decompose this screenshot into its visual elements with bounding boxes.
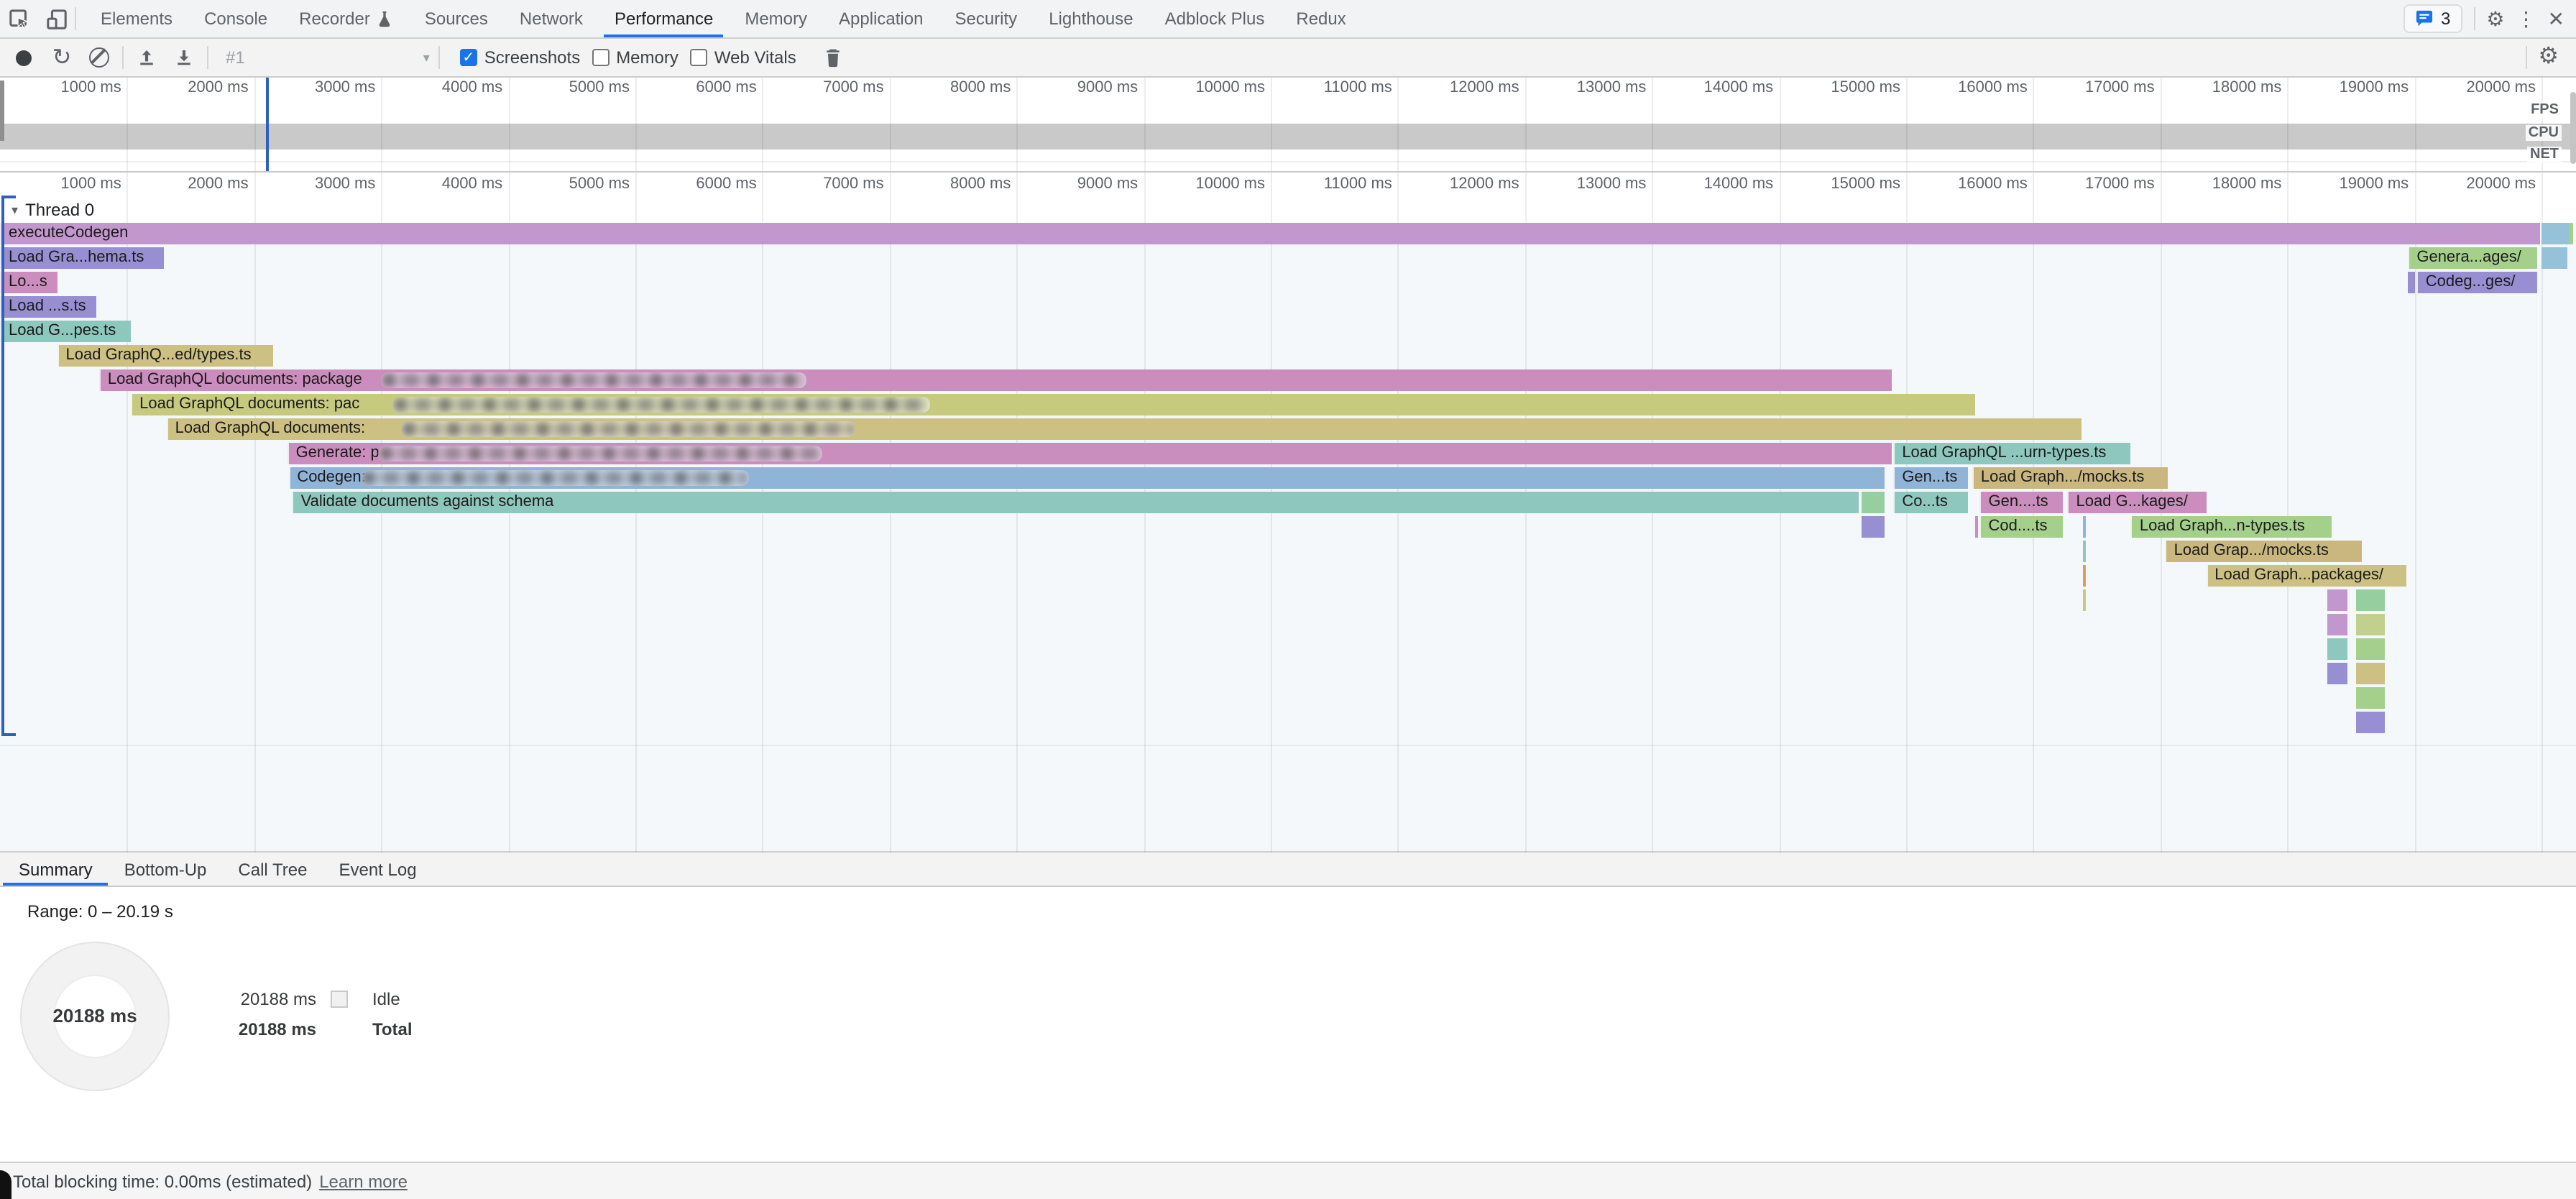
status-bar: Total blocking time: 0.00ms (estimated) … (0, 1162, 2576, 1199)
flame-event[interactable]: Load Gra...hema.ts (0, 247, 164, 269)
flame-event[interactable]: Codeg...ges/ (2417, 272, 2538, 293)
flame-event[interactable]: Load GraphQL ...urn-types.ts (1893, 443, 2131, 464)
flame-event[interactable]: Load G...pes.ts (0, 321, 131, 342)
flame-event-fragment[interactable] (2327, 663, 2347, 684)
flame-event-fragment[interactable] (2542, 223, 2568, 244)
flame-event[interactable]: Load Graph.../mocks.ts (1972, 467, 2168, 489)
learn-more-link[interactable]: Learn more (319, 1171, 408, 1191)
flame-event-label: Load GraphQL documents: (175, 420, 366, 437)
redacted-text-smudge (377, 446, 822, 461)
flame-event-label: Gen...ts (1902, 469, 1957, 486)
flame-event-fragment[interactable] (2327, 614, 2347, 635)
flame-event-label: Load Graph...n-types.ts (2140, 518, 2305, 535)
legend-row-idle: 20188 ms Idle (201, 989, 400, 1009)
redacted-text-smudge (400, 421, 855, 437)
flame-event-label: Load G...pes.ts (9, 322, 116, 339)
flame-event[interactable]: Cod....ts (1980, 516, 2063, 538)
flame-event-fragment[interactable] (2356, 589, 2386, 611)
flame-event-fragment[interactable] (2542, 247, 2567, 269)
selection-bracket-bottom (1, 733, 16, 736)
flame-event-label: Generate: p (296, 444, 380, 461)
legend-label: Idle (372, 989, 400, 1009)
flame-event-fragment[interactable] (2356, 638, 2386, 660)
flame-event-fragment[interactable] (2083, 589, 2086, 611)
redacted-text-smudge (393, 397, 931, 413)
details-tab-call-tree[interactable]: Call Tree (222, 853, 323, 886)
flame-event-fragment[interactable] (2083, 565, 2086, 587)
donut-total-label: 20188 ms (22, 1005, 168, 1026)
flame-bars-layer: executeCodegen Load Gra...hema.ts Genera..… (0, 0, 2576, 853)
flame-event-fragment[interactable] (1862, 516, 1885, 538)
legend-value: 20188 ms (201, 989, 316, 1009)
flame-event-label: Load GraphQ...ed/types.ts (66, 346, 252, 364)
flame-event-fragment[interactable] (2327, 638, 2347, 660)
details-tab-bottom-up[interactable]: Bottom-Up (109, 853, 223, 886)
flame-event-label: Validate documents against schema (301, 493, 554, 510)
flame-event[interactable]: Gen....ts (1980, 492, 2063, 513)
flame-event[interactable]: Lo...s (0, 272, 58, 293)
flame-event-fragment[interactable] (2083, 516, 2086, 538)
flame-event-label: Load Gra...hema.ts (9, 249, 144, 266)
flame-event[interactable]: Generate: p (288, 443, 1892, 464)
flame-event-fragment[interactable] (2327, 589, 2347, 611)
selection-bracket (1, 196, 4, 736)
devtools-window: ElementsConsoleRecorderSourcesNetworkPer… (0, 0, 2576, 1199)
summary-pane: Range: 0 – 20.19 s 20188 ms 20188 ms Idle… (0, 887, 2576, 1162)
flame-event[interactable]: Load GraphQ...ed/types.ts (58, 345, 274, 367)
flame-event[interactable]: Load GraphQL documents: package (99, 369, 1892, 391)
flame-event[interactable]: Load G...kages/ (2068, 492, 2207, 513)
total-blocking-time-text: Total blocking time: 0.00ms (estimated) (13, 1171, 312, 1191)
flame-event-label: Load G...kages/ (2076, 493, 2188, 510)
flame-event[interactable]: Load Grap.../mocks.ts (2166, 541, 2363, 562)
flame-event-label: Lo...s (9, 273, 47, 290)
legend-label: Total (372, 1019, 413, 1039)
flame-event-label: Gen....ts (1989, 493, 2048, 510)
flame-event-label: Load Grap.../mocks.ts (2174, 542, 2329, 559)
flame-event-fragment[interactable] (2356, 614, 2386, 635)
flame-event[interactable]: Load Graph...n-types.ts (2131, 516, 2332, 538)
flame-event-label: Codegen: (297, 469, 365, 486)
flame-event[interactable]: Codegen: (288, 467, 1885, 489)
flame-event-fragment[interactable] (2356, 663, 2386, 684)
flame-event-label: Co...ts (1902, 493, 1948, 510)
details-tab-summary[interactable]: Summary (3, 853, 109, 886)
flame-event-fragment[interactable] (2083, 541, 2086, 562)
flame-event[interactable]: Genera...ages/ (2408, 247, 2537, 269)
flame-event-label: Load Graph...packages/ (2214, 566, 2383, 584)
summary-donut-chart: 20188 ms (20, 942, 170, 1091)
flame-event[interactable]: Load GraphQL documents: pac (131, 394, 1974, 415)
legend-idle-swatch (331, 991, 348, 1008)
flame-event-fragment[interactable] (2356, 687, 2386, 709)
flame-event-fragment[interactable] (1862, 492, 1885, 513)
flame-event[interactable]: Load GraphQL documents: (167, 418, 2082, 440)
flame-event[interactable]: Co...ts (1893, 492, 1968, 513)
flame-event-label: Load GraphQL documents: package (108, 371, 362, 388)
flame-event-fragment[interactable] (1975, 516, 1978, 538)
range-label: Range: 0 – 20.19 s (27, 901, 173, 922)
flame-event-label: Load Graph.../mocks.ts (1981, 469, 2144, 486)
flame-event[interactable]: Validate documents against schema (293, 492, 1859, 513)
redacted-text-smudge (382, 372, 806, 388)
selection-bracket-top (1, 196, 16, 198)
flame-event-label: Cod....ts (1989, 518, 2048, 535)
flame-event[interactable]: Load ...s.ts (0, 296, 96, 318)
flame-event[interactable]: executeCodegen (0, 223, 2540, 244)
flame-event-label: Load ...s.ts (9, 298, 86, 315)
redacted-text-smudge (361, 470, 748, 486)
flame-event-label: Load GraphQL ...urn-types.ts (1902, 444, 2106, 461)
flame-event-label: Codeg...ges/ (2426, 273, 2516, 290)
flame-event-label: Load GraphQL documents: pac (139, 395, 359, 413)
legend-row-total: 20188 ms Total (201, 1019, 413, 1039)
flame-event[interactable]: Gen...ts (1893, 467, 1968, 489)
details-tabbar: SummaryBottom-UpCall TreeEvent Log (0, 853, 2576, 887)
legend-value: 20188 ms (201, 1019, 316, 1039)
flame-event-fragment[interactable] (2356, 712, 2386, 733)
flame-event-label: Genera...ages/ (2416, 249, 2521, 266)
details-tab-event-log[interactable]: Event Log (323, 853, 432, 886)
flame-event[interactable]: Load Graph...packages/ (2206, 565, 2406, 587)
flame-event-label: executeCodegen (9, 224, 128, 242)
flame-event-fragment[interactable] (2570, 223, 2573, 244)
flame-event-fragment[interactable] (2408, 272, 2414, 293)
